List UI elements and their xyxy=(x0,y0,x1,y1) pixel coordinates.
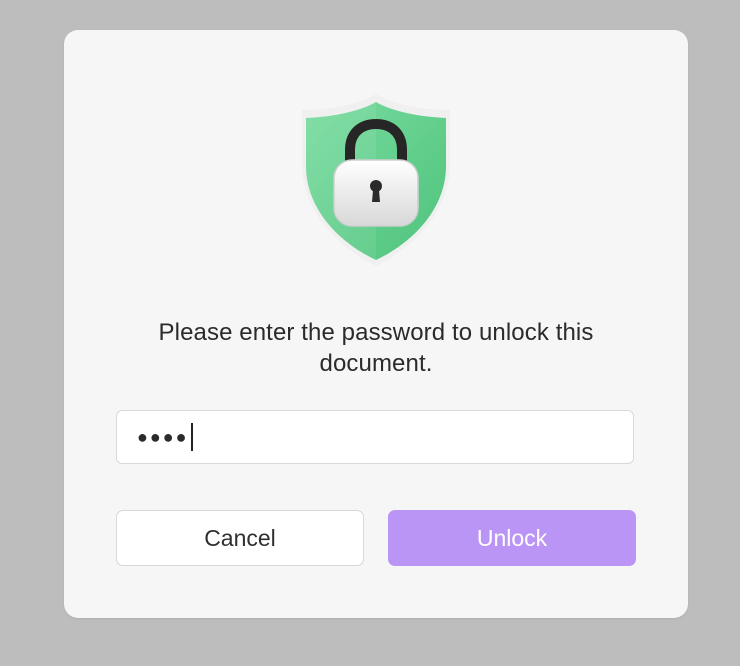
dialog-message: Please enter the password to unlock this… xyxy=(158,319,594,377)
cancel-button[interactable]: Cancel xyxy=(116,510,364,566)
password-input[interactable]: ●●●● xyxy=(116,410,634,464)
text-caret xyxy=(190,423,193,451)
unlock-button[interactable]: Unlock xyxy=(388,510,636,566)
unlock-dialog: Please enter the password to unlock this… xyxy=(64,30,688,618)
shield-lock-icon xyxy=(300,90,452,268)
password-masked-value: ●●●● xyxy=(137,427,189,447)
